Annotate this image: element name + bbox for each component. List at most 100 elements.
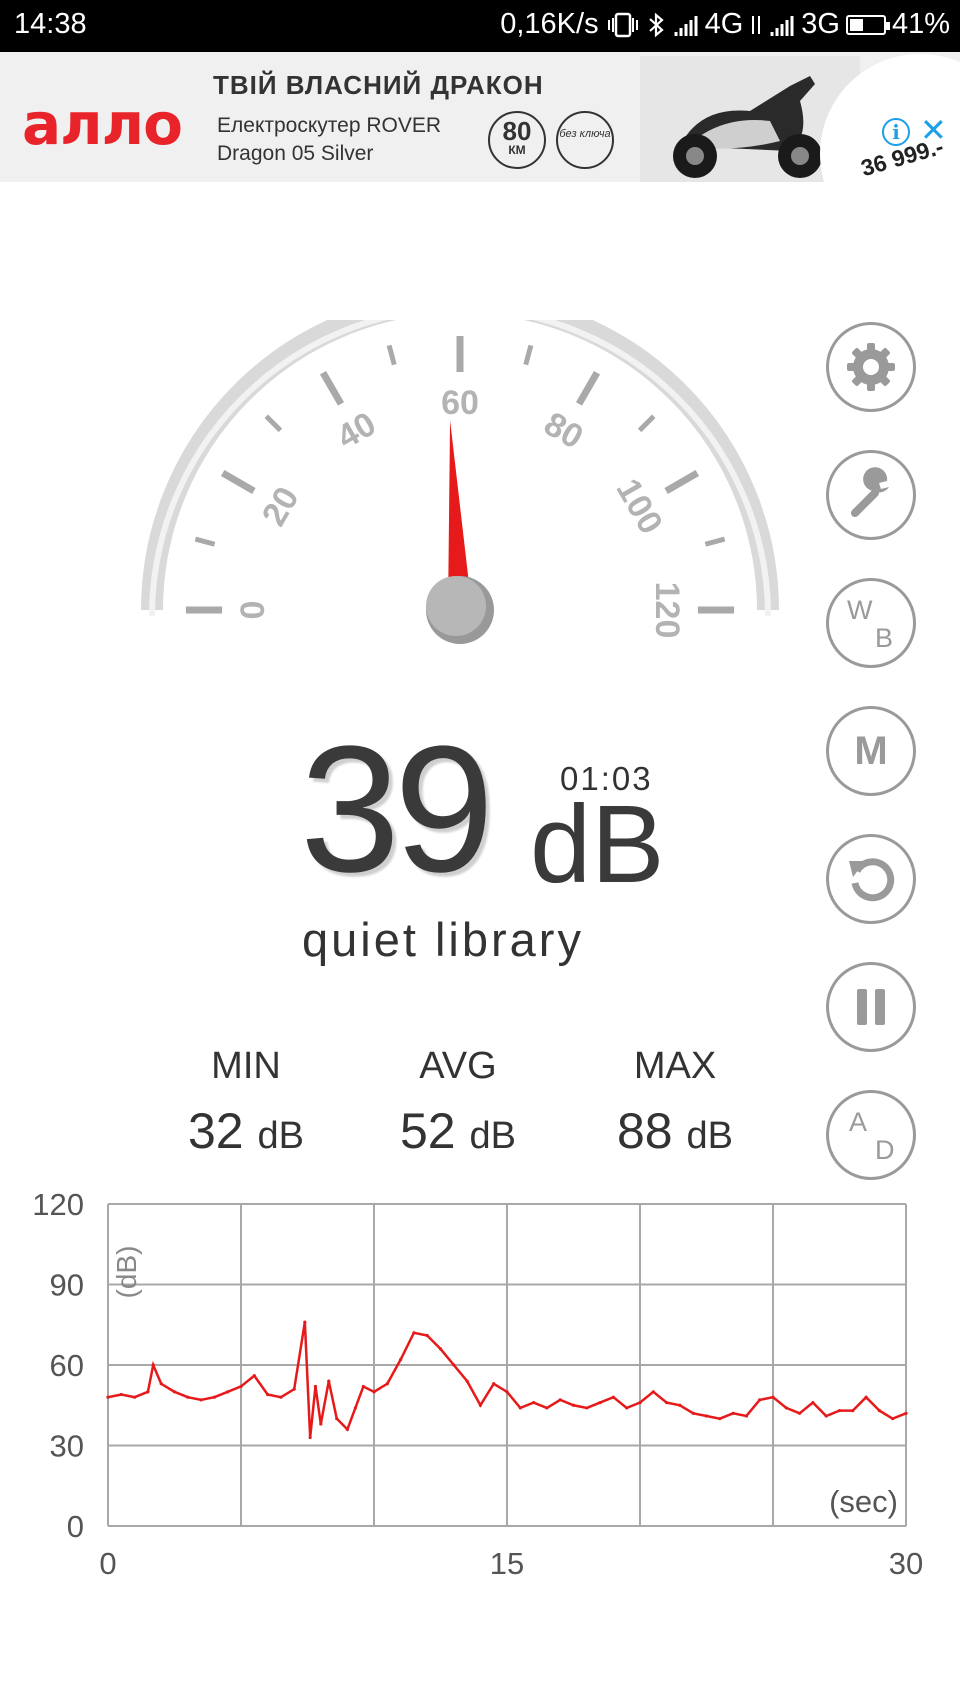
ad-badge-keyless: без ключа xyxy=(556,111,614,169)
net-speed: 0,16K/s xyxy=(500,8,599,40)
chart-x-ticks: 0 15 30 xyxy=(99,1546,923,1580)
chart-y-label: (dB) xyxy=(111,1246,142,1299)
level-description: quiet library xyxy=(302,913,584,966)
chart-data-point xyxy=(266,1392,270,1397)
chart-data-point xyxy=(327,1379,331,1383)
chart-data-point xyxy=(678,1403,682,1407)
chart-grid xyxy=(107,1203,907,1527)
y-tick-label: 90 xyxy=(50,1268,84,1303)
chart-data-point xyxy=(665,1400,669,1405)
gauge-tick xyxy=(264,414,283,433)
settings-button[interactable] xyxy=(826,322,916,412)
chart-data-point xyxy=(718,1417,722,1421)
wrench-icon xyxy=(851,467,889,517)
reset-icon xyxy=(849,858,895,902)
chart-data-point xyxy=(159,1382,163,1386)
chart-data-point xyxy=(353,1406,357,1410)
chart-data-point xyxy=(558,1398,562,1402)
network-type-1: 4G xyxy=(704,8,744,40)
ad-badge-range-value: 80 xyxy=(502,116,532,146)
stat-max-label: MAX xyxy=(633,1045,717,1087)
gauge-label: 100 xyxy=(609,472,670,540)
gauge-tick xyxy=(220,469,256,495)
pause-icon xyxy=(857,989,885,1025)
gauge-tick xyxy=(637,414,656,433)
current-level-unit: dB xyxy=(530,783,665,906)
chart-data-point xyxy=(691,1411,695,1415)
chart-data-point xyxy=(252,1374,256,1378)
chart-data-point xyxy=(532,1400,536,1405)
chart-data-point xyxy=(651,1390,655,1394)
stat-avg-value: 52 xyxy=(399,1103,456,1159)
weighting-button[interactable]: W B xyxy=(826,578,916,668)
chart-data-point xyxy=(771,1395,775,1399)
ad-info-icon[interactable]: i xyxy=(882,118,910,146)
ad-headline: ТВІЙ ВЛАСНИЙ ДРАКОН xyxy=(213,70,544,100)
ad-close-icon[interactable]: ✕ xyxy=(920,114,947,146)
chart-data-point xyxy=(313,1384,318,1389)
x-tick-label: 15 xyxy=(490,1546,524,1580)
ad-toggle-button[interactable]: A D xyxy=(826,1090,916,1180)
signal-icon xyxy=(674,15,698,36)
chart-data-point xyxy=(864,1395,868,1399)
mode-label: M xyxy=(854,728,888,773)
stat-max-value: 88 xyxy=(616,1103,673,1159)
chart-data-point xyxy=(212,1395,216,1399)
chart-data-point xyxy=(798,1411,802,1415)
gauge-tick xyxy=(386,344,397,366)
stat-min: MIN 32 dB xyxy=(146,1045,346,1160)
tools-button[interactable] xyxy=(826,450,916,540)
chart-data-point xyxy=(478,1403,482,1407)
y-tick-label: 120 xyxy=(32,1187,84,1222)
chart-data-point xyxy=(571,1403,576,1407)
chart-data-point xyxy=(438,1347,443,1351)
chart-data-point xyxy=(399,1358,403,1362)
vibrate-icon xyxy=(607,12,638,37)
chart-data-point xyxy=(412,1331,416,1335)
status-time: 14:38 xyxy=(14,8,87,40)
pause-button[interactable] xyxy=(826,962,916,1052)
gauge-label: 0 xyxy=(234,601,272,620)
stat-min-unit: dB xyxy=(257,1115,304,1157)
gauge-tick xyxy=(664,469,700,495)
ad-line-1: Електроскутер ROVER xyxy=(217,114,442,137)
chart-data-point xyxy=(133,1395,137,1399)
ad-toggle-main: A xyxy=(849,1107,868,1137)
chart-data-point xyxy=(372,1390,376,1394)
chart-data-point xyxy=(119,1392,123,1397)
gauge-label: 60 xyxy=(441,384,479,422)
gauge-label: 80 xyxy=(538,405,590,457)
chart-data-point xyxy=(545,1406,549,1410)
status-icons: 0,16K/s 4G 3G 41% xyxy=(500,8,950,41)
stat-max-value-row: 88 dB xyxy=(575,1102,775,1160)
mode-button[interactable]: M xyxy=(826,706,916,796)
chart-data-point xyxy=(308,1435,312,1440)
x-tick-label: 0 xyxy=(99,1546,116,1580)
chart-data-point xyxy=(611,1395,616,1399)
battery-percent: 41% xyxy=(891,8,950,40)
weighting-sub: B xyxy=(875,623,894,653)
ad-badge-range: 80 КМ xyxy=(488,111,546,169)
ad-brand-logo: аллo xyxy=(22,90,183,158)
gear-icon xyxy=(847,343,895,391)
chart-data-point xyxy=(505,1390,509,1394)
chart-data-point xyxy=(465,1379,469,1383)
chart-data-point xyxy=(345,1427,349,1431)
reset-button[interactable] xyxy=(826,834,916,924)
chart-data-point xyxy=(492,1382,496,1386)
stat-min-value: 32 xyxy=(187,1103,244,1159)
chart-data-point xyxy=(731,1411,735,1415)
stat-avg: AVG 52 dB xyxy=(358,1045,558,1160)
status-bar: 14:38 0,16K/s 4G 3G 41% xyxy=(0,0,960,52)
ad-banner[interactable]: аллo ТВІЙ ВЛАСНИЙ ДРАКОН Електроскутер R… xyxy=(0,52,960,182)
chart-data-point xyxy=(146,1390,150,1394)
y-tick-label: 0 xyxy=(67,1509,84,1544)
chart-data-point xyxy=(837,1409,842,1413)
chart-data-point xyxy=(239,1384,243,1389)
chart-data-point xyxy=(226,1390,230,1394)
chart-data-point xyxy=(186,1395,190,1399)
y-tick-label: 60 xyxy=(50,1348,84,1383)
data-arrows-icon xyxy=(752,15,761,34)
gauge-tick xyxy=(194,536,216,547)
chart-data-point xyxy=(891,1417,895,1421)
